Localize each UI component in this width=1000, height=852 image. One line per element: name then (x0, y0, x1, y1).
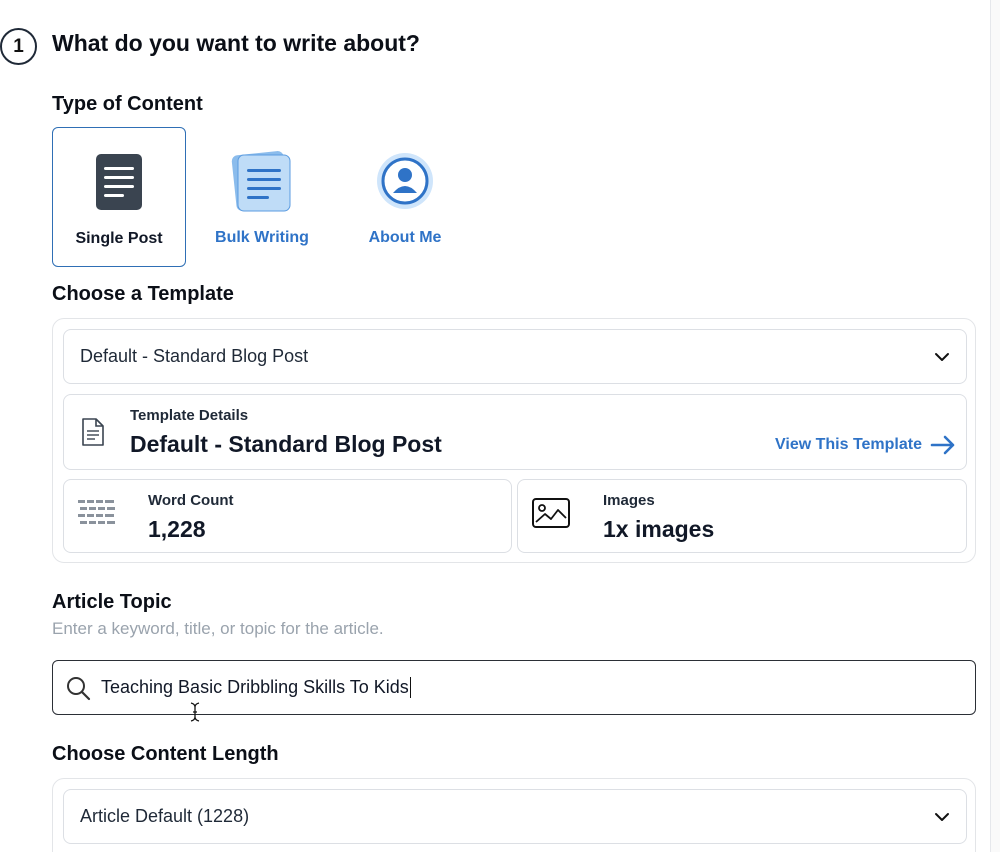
content-length-select[interactable]: Article Default (1228) (63, 789, 967, 844)
template-details-card: Template Details Default - Standard Blog… (63, 394, 967, 470)
content-type-about-me[interactable]: About Me (338, 127, 472, 267)
file-text-icon (82, 418, 104, 446)
document-icon (87, 150, 151, 214)
template-panel: Default - Standard Blog Post Template De… (52, 318, 976, 563)
scrollbar-track[interactable] (990, 0, 1000, 852)
content-type-single-post[interactable]: Single Post (52, 127, 186, 267)
search-icon (67, 676, 91, 700)
template-details-label: Template Details (130, 407, 249, 424)
template-select-value: Default - Standard Blog Post (80, 346, 309, 366)
images-card: Images 1x images (517, 479, 967, 553)
chevron-down-icon (935, 352, 949, 361)
word-count-label: Word Count (148, 492, 234, 509)
article-topic-value: Teaching Basic Dribbling Skills To Kids (101, 677, 409, 697)
text-lines-icon (78, 500, 115, 524)
images-label: Images (603, 492, 655, 509)
content-length-panel: Article Default (1228) (52, 778, 976, 852)
images-value: 1x images (603, 516, 715, 542)
text-caret (409, 677, 412, 698)
chevron-down-icon (935, 812, 949, 821)
documents-stack-icon (230, 149, 294, 213)
content-type-label: Type of Content (52, 93, 203, 115)
content-length-value: Article Default (1228) (80, 806, 250, 826)
content-length-label: Choose Content Length (52, 743, 279, 765)
arrow-right-icon (930, 435, 955, 455)
step-number-badge: 1 (0, 28, 37, 65)
article-topic-label: Article Topic (52, 591, 172, 613)
word-count-card: Word Count 1,228 (63, 479, 512, 553)
view-template-label: View This Template (774, 436, 922, 453)
article-topic-hint: Enter a keyword, title, or topic for the… (52, 619, 384, 638)
content-type-bulk-writing[interactable]: Bulk Writing (195, 127, 329, 267)
step-title: What do you want to write about? (52, 30, 420, 56)
template-section-label: Choose a Template (52, 283, 234, 305)
template-select[interactable]: Default - Standard Blog Post (63, 329, 967, 384)
template-details-value: Default - Standard Blog Post (130, 431, 442, 457)
content-type-label-about-me: About Me (368, 229, 442, 246)
content-type-label-bulk-writing: Bulk Writing (215, 229, 309, 246)
word-count-value: 1,228 (148, 516, 206, 542)
content-type-label-single-post: Single Post (75, 230, 163, 247)
user-circle-icon (373, 149, 437, 213)
ibeam-cursor-icon (190, 702, 200, 722)
step-number: 1 (13, 35, 24, 57)
image-icon (532, 498, 570, 528)
view-template-link[interactable]: View This Template (775, 435, 956, 455)
